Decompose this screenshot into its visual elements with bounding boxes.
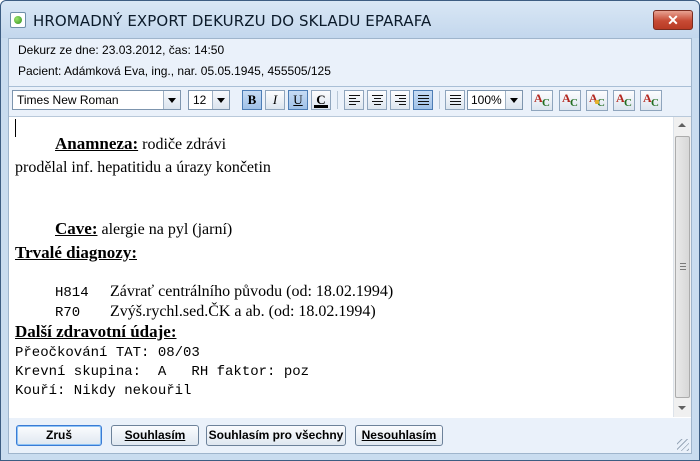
formatting-toolbar: Times New Roman 12 B I U C 100% A C A C … [9, 88, 691, 114]
spellcheck-button-4[interactable]: AC [613, 90, 635, 111]
dekurz-date-info: Dekurz ze dne: 23.03.2012, čas: 14:50 [18, 43, 225, 57]
dalsi-line: Kouří: Nikdy nekouřil [15, 383, 192, 399]
dalsi-heading: Další zdravotní údaje: [15, 322, 177, 341]
spellcheck-button-1[interactable]: AC [531, 90, 553, 111]
scroll-down-arrow-icon[interactable] [674, 400, 691, 417]
marker-icon [595, 100, 599, 104]
text-color-button[interactable]: C [311, 90, 331, 110]
zoom-value: 100% [471, 93, 502, 107]
spellcheck-button-3[interactable]: AC [586, 90, 608, 111]
dialog-content: Dekurz ze dne: 23.03.2012, čas: 14:50 Pa… [8, 38, 692, 454]
font-family-value: Times New Roman [17, 93, 119, 107]
spellcheck-icon-c: C [570, 97, 578, 109]
app-icon [10, 12, 26, 28]
align-right-icon [395, 95, 406, 106]
text-color-swatch [314, 105, 328, 108]
bullet-list-icon [450, 95, 461, 106]
font-family-select[interactable]: Times New Roman [12, 90, 181, 110]
font-size-select[interactable]: 12 [188, 90, 230, 110]
agree-label: Souhlasím [124, 428, 186, 442]
agree-button[interactable]: Souhlasím [111, 425, 199, 446]
close-button[interactable]: ✕ [653, 10, 693, 30]
chevron-down-icon[interactable] [212, 91, 229, 109]
toolbar-divider [439, 91, 440, 109]
diagnoza-text: Zvýš.rychl.sed.ČK a ab. (od: 18.02.1994) [110, 303, 376, 320]
rich-text-editor[interactable]: Anamneza: rodiče zdrávi prodělal inf. he… [9, 116, 691, 418]
align-justify-button[interactable] [413, 90, 433, 110]
scroll-thumb[interactable] [675, 136, 690, 398]
spellcheck-icon-c: C [542, 97, 550, 109]
export-dialog-window: HROMADNÝ EXPORT DEKURZU DO SKLADU EPARAF… [0, 0, 700, 461]
grip-icon [680, 263, 686, 270]
resize-grip-icon[interactable] [677, 439, 689, 451]
window-title: HROMADNÝ EXPORT DEKURZU DO SKLADU EPARAF… [33, 12, 432, 30]
align-center-icon [372, 95, 383, 106]
disagree-button[interactable]: Nesouhlasím [355, 425, 443, 446]
diagnoza-code: R70 [55, 305, 81, 321]
spellcheck-button-5[interactable]: AC [640, 90, 662, 111]
spellcheck-icon-c: C [651, 97, 659, 109]
anamneza-line2: prodělal inf. hepatitidu a úrazy končeti… [15, 159, 271, 176]
align-left-icon [349, 95, 360, 106]
toolbar-divider [337, 91, 338, 109]
font-size-value: 12 [193, 93, 207, 107]
scroll-up-arrow-icon[interactable] [674, 117, 691, 134]
chevron-down-icon[interactable] [163, 91, 180, 109]
underline-button[interactable]: U [288, 90, 308, 110]
agree-all-label: Souhlasím pro všechny [208, 428, 344, 442]
dalsi-line: Krevní skupina: A RH faktor: poz [15, 364, 310, 380]
chevron-down-icon[interactable] [505, 91, 522, 109]
align-left-button[interactable] [344, 90, 364, 110]
cave-heading: Cave: [55, 219, 98, 238]
anamneza-text: rodiče zdrávi [138, 136, 227, 153]
spellcheck-button-2[interactable]: AC [559, 90, 581, 111]
button-bar: Zruš Souhlasím Souhlasím pro všechny Nes… [9, 419, 691, 453]
align-justify-icon [418, 95, 429, 106]
separator [9, 86, 691, 87]
spellcheck-icon-c: C [624, 97, 632, 109]
align-center-button[interactable] [367, 90, 387, 110]
anamneza-heading: Anamneza: [55, 134, 139, 153]
zoom-select[interactable]: 100% [467, 90, 523, 110]
agree-all-button[interactable]: Souhlasím pro všechny [206, 425, 346, 446]
italic-button[interactable]: I [265, 90, 285, 110]
bullet-list-button[interactable] [445, 90, 465, 110]
document-content[interactable]: Anamneza: rodiče zdrávi prodělal inf. he… [15, 117, 670, 417]
cave-text: alergie na pyl (jarní) [97, 221, 233, 238]
vertical-scrollbar[interactable] [673, 117, 691, 417]
patient-info: Pacient: Adámková Eva, ing., nar. 05.05.… [18, 64, 331, 78]
align-right-button[interactable] [390, 90, 410, 110]
bold-button[interactable]: B [242, 90, 262, 110]
dalsi-line: Přeočkování TAT: 08/03 [15, 345, 200, 361]
disagree-label: Nesouhlasím [361, 428, 437, 442]
title-bar[interactable]: HROMADNÝ EXPORT DEKURZU DO SKLADU EPARAF… [1, 1, 699, 38]
cancel-button[interactable]: Zruš [16, 425, 102, 446]
diagnozy-heading: Trvalé diagnozy: [15, 243, 137, 262]
